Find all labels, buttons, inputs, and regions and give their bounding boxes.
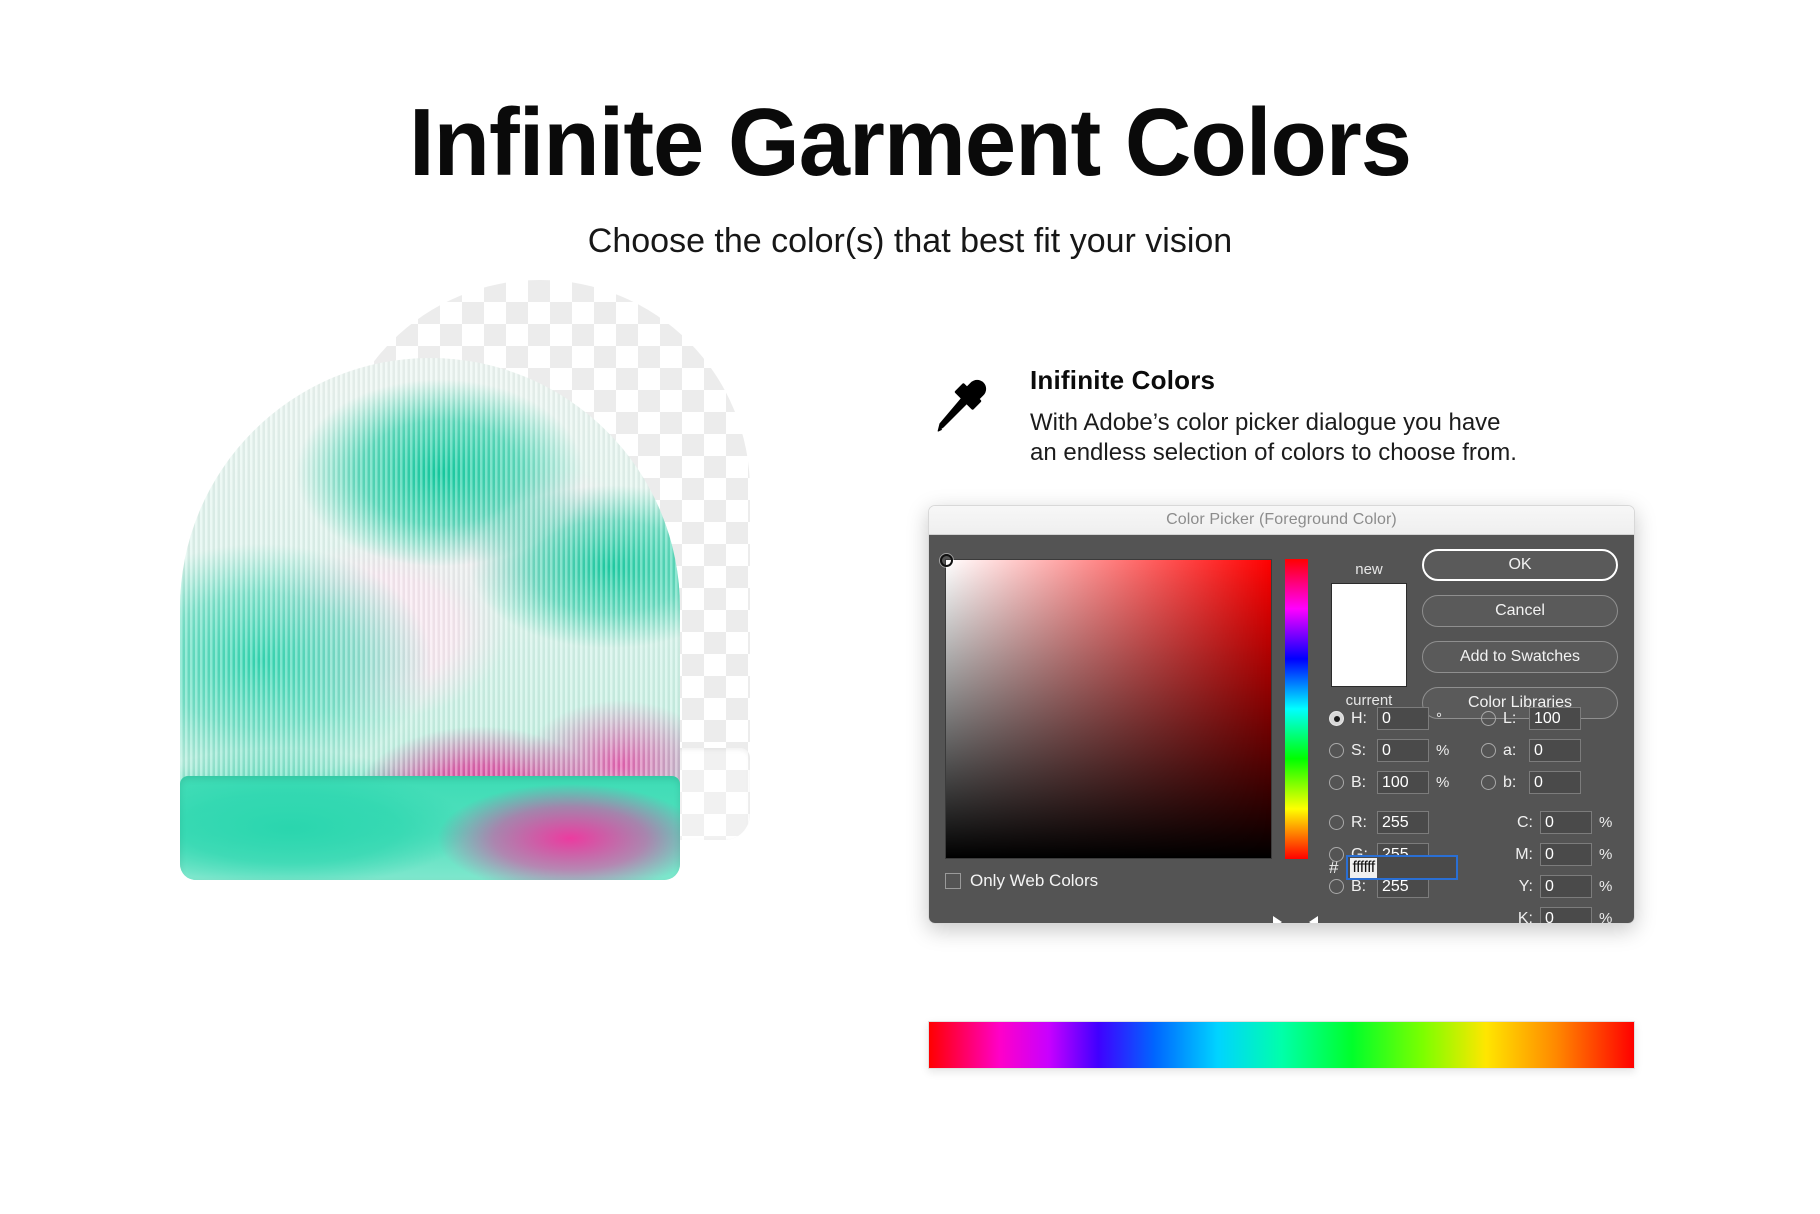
label-hue: H: xyxy=(1351,709,1367,727)
input-lab-b[interactable]: 0 xyxy=(1529,771,1581,794)
dialog-title: Color Picker (Foreground Color) xyxy=(1166,511,1397,528)
only-web-colors-label: Only Web Colors xyxy=(970,871,1099,890)
label-brightness: B: xyxy=(1351,773,1367,791)
field-row-key: K: 0 % xyxy=(1481,905,1621,924)
field-row-red: R: 255 xyxy=(1329,809,1469,836)
radio-blue[interactable] xyxy=(1329,879,1344,894)
dialog-titlebar: Color Picker (Foreground Color) xyxy=(929,506,1634,535)
color-picker-dialog: Color Picker (Foreground Color) new curr… xyxy=(928,505,1635,924)
radio-lightness[interactable] xyxy=(1481,711,1496,726)
dialog-body: new current OK Cancel Add to Swatches Co… xyxy=(929,535,1634,923)
new-color-swatch[interactable] xyxy=(1331,583,1407,687)
radio-lab-b[interactable] xyxy=(1481,775,1496,790)
hex-field-row: # ffffff xyxy=(1329,855,1459,880)
input-lab-a[interactable]: 0 xyxy=(1529,739,1581,762)
unit-brightness: % xyxy=(1436,774,1450,791)
label-cyan: C: xyxy=(1517,813,1533,831)
input-magenta[interactable]: 0 xyxy=(1540,843,1592,866)
label-red: R: xyxy=(1351,813,1367,831)
product-image xyxy=(180,280,900,920)
field-row-hue: H: 0 ° xyxy=(1329,705,1469,732)
input-brightness[interactable]: 100 xyxy=(1377,771,1429,794)
lab-cmyk-column: L: 100 a: 0 b: 0 C: 0 % M: 0 % Y: 0 % K:… xyxy=(1481,705,1621,924)
input-cyan[interactable]: 0 xyxy=(1540,811,1592,834)
only-web-colors-checkbox[interactable]: Only Web Colors xyxy=(945,871,1098,891)
field-row-lightness: L: 100 xyxy=(1481,705,1621,732)
field-row-lab-a: a: 0 xyxy=(1481,737,1621,764)
ok-button[interactable]: OK xyxy=(1422,549,1618,581)
saturation-brightness-square[interactable] xyxy=(940,554,1272,859)
label-yellow: Y: xyxy=(1518,877,1533,895)
callout-line-2: an endless selection of colors to choose… xyxy=(1030,439,1517,467)
rainbow-spectrum-bar[interactable] xyxy=(928,1021,1635,1069)
label-blue: B: xyxy=(1351,877,1367,895)
radio-hue[interactable] xyxy=(1329,711,1344,726)
radio-red[interactable] xyxy=(1329,815,1344,830)
radio-saturation[interactable] xyxy=(1329,743,1344,758)
checkbox-box[interactable] xyxy=(945,873,961,889)
hex-input-value: ffffff xyxy=(1350,857,1377,878)
input-key[interactable]: 0 xyxy=(1540,907,1592,923)
radio-brightness[interactable] xyxy=(1329,775,1344,790)
label-lab-b: b: xyxy=(1503,773,1517,791)
hue-slider-handle-right[interactable] xyxy=(1309,916,1318,923)
callout-title: Inifinite Colors xyxy=(1030,365,1216,395)
page-root: Infinite Garment Colors Choose the color… xyxy=(0,0,1820,1214)
field-row-cyan: C: 0 % xyxy=(1481,809,1621,836)
unit-magenta: % xyxy=(1599,846,1613,863)
hue-slider-handle-left[interactable] xyxy=(1273,916,1282,923)
input-lightness[interactable]: 100 xyxy=(1529,707,1581,730)
label-lightness: L: xyxy=(1503,709,1517,727)
field-row-yellow: Y: 0 % xyxy=(1481,873,1621,900)
unit-key: % xyxy=(1599,910,1613,924)
input-yellow[interactable]: 0 xyxy=(1540,875,1592,898)
sv-selection-marker[interactable] xyxy=(940,554,953,567)
eyedropper-icon xyxy=(930,373,994,437)
field-row-brightness: B: 100 % xyxy=(1329,769,1469,796)
input-hue[interactable]: 0 xyxy=(1377,707,1429,730)
page-subtitle: Choose the color(s) that best fit your v… xyxy=(587,222,1233,260)
label-lab-a: a: xyxy=(1503,741,1517,759)
hex-input[interactable]: ffffff xyxy=(1346,855,1459,880)
hue-slider-strip[interactable] xyxy=(1285,559,1308,859)
radio-lab-a[interactable] xyxy=(1481,743,1496,758)
field-row-saturation: S: 0 % xyxy=(1329,737,1469,764)
input-red[interactable]: 255 xyxy=(1377,811,1429,834)
field-row-magenta: M: 0 % xyxy=(1481,841,1621,868)
label-magenta: M: xyxy=(1515,845,1533,863)
new-color-label: new xyxy=(1355,561,1383,578)
add-to-swatches-button[interactable]: Add to Swatches xyxy=(1422,641,1618,673)
label-saturation: S: xyxy=(1351,741,1367,759)
tie-dye-beanie xyxy=(180,358,680,880)
label-key: K: xyxy=(1517,909,1533,924)
hex-hash-label: # xyxy=(1329,857,1339,877)
unit-saturation: % xyxy=(1436,742,1450,759)
unit-cyan: % xyxy=(1599,814,1613,831)
unit-hue: ° xyxy=(1436,710,1442,727)
field-row-lab-b: b: 0 xyxy=(1481,769,1621,796)
color-preview-swatches: new current xyxy=(1329,559,1409,711)
cancel-button[interactable]: Cancel xyxy=(1422,595,1618,627)
unit-yellow: % xyxy=(1599,878,1613,895)
page-title: Infinite Garment Colors xyxy=(408,89,1412,196)
callout-line-1: With Adobe’s color picker dialogue you h… xyxy=(1030,409,1501,436)
callout-text: Inifinite Colors With Adobe’s color pick… xyxy=(1030,365,1570,468)
input-saturation[interactable]: 0 xyxy=(1377,739,1429,762)
